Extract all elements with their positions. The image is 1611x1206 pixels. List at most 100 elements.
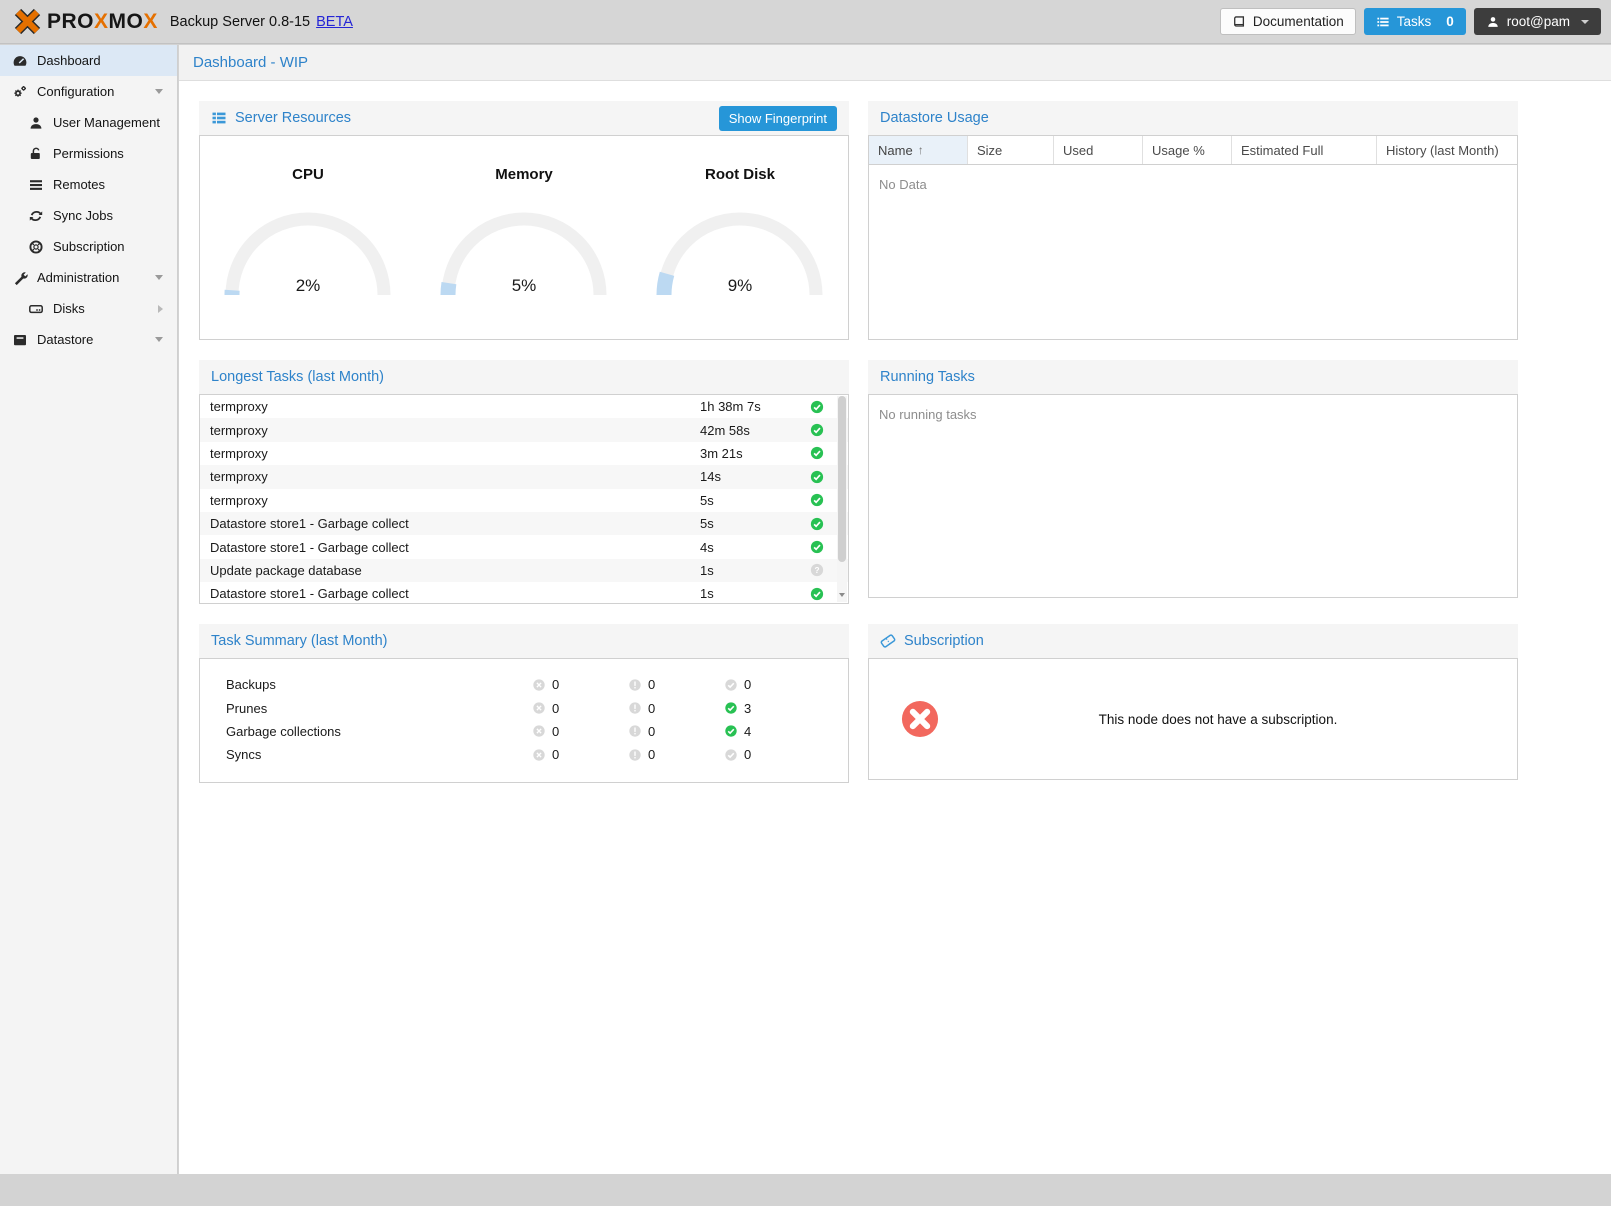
warning-circle-icon — [628, 678, 642, 692]
ok-count: 0 — [744, 677, 751, 692]
task-name: Datastore store1 - Garbage collect — [200, 586, 700, 601]
scrollbar-down-arrow[interactable] — [838, 585, 846, 600]
longest-tasks-panel: Longest Tasks (last Month) termproxy 1h … — [199, 360, 849, 604]
task-name: Datastore store1 - Garbage collect — [200, 540, 700, 555]
proxmox-x-icon — [14, 8, 41, 35]
task-list-icon — [1376, 15, 1390, 29]
task-name: termproxy — [200, 493, 700, 508]
task-row[interactable]: Datastore store1 - Garbage collect 5s ? — [200, 512, 848, 535]
documentation-button[interactable]: Documentation — [1220, 8, 1356, 35]
column-header-estimated-full[interactable]: Estimated Full — [1232, 136, 1377, 164]
user-menu-button[interactable]: root@pam — [1474, 8, 1601, 35]
sidebar-item-administration[interactable]: Administration — [0, 262, 177, 293]
tasks-button[interactable]: Tasks 0 — [1364, 8, 1466, 35]
root-disk-gauge: Root Disk 9% — [640, 166, 840, 339]
viewport-bottom-strip — [0, 1174, 1611, 1206]
check-circle-icon — [810, 470, 824, 484]
sidebar-item-disks[interactable]: Disks — [0, 293, 177, 324]
sidebar-item-user-management[interactable]: User Management — [0, 107, 177, 138]
scrollbar[interactable] — [837, 396, 847, 602]
proxmox-logo: PROXMOX — [14, 8, 158, 35]
cpu-gauge: CPU 2% — [208, 166, 408, 339]
sidebar-item-remotes[interactable]: Remotes — [0, 169, 177, 200]
sidebar-item-label: Permissions — [53, 146, 124, 161]
hdd-icon — [28, 301, 44, 317]
summary-label: Prunes — [200, 701, 532, 716]
gauge-label: CPU — [208, 166, 408, 183]
datastore-empty-text: No Data — [869, 165, 1517, 204]
user-icon — [28, 115, 44, 131]
datastore-usage-panel: Datastore Usage Name ↑ Size Used Usage %… — [868, 101, 1518, 340]
subscription-message: This node does not have a subscription. — [939, 712, 1517, 727]
column-header-usage-pct[interactable]: Usage % — [1143, 136, 1232, 164]
question-circle-icon: ? — [810, 563, 824, 577]
check-circle-icon — [810, 587, 824, 601]
warning-count: 0 — [648, 701, 655, 716]
task-duration: 3m 21s — [700, 446, 800, 461]
task-duration: 42m 58s — [700, 423, 800, 438]
task-row[interactable]: Datastore store1 - Garbage collect 4s ? — [200, 535, 848, 558]
sidebar-item-datastore[interactable]: Datastore — [0, 324, 177, 355]
sidebar-item-sync-jobs[interactable]: Sync Jobs — [0, 200, 177, 231]
panel-title: Server Resources — [235, 110, 351, 126]
sidebar-item-subscription[interactable]: Subscription — [0, 231, 177, 262]
check-circle-icon — [810, 493, 824, 507]
panel-title: Datastore Usage — [880, 110, 989, 126]
task-name: Update package database — [200, 563, 700, 578]
error-count: 0 — [552, 724, 559, 739]
sidebar-item-label: Dashboard — [37, 53, 101, 68]
datastore-table-header: Name ↑ Size Used Usage % Estimated Full … — [869, 136, 1517, 165]
column-header-used[interactable]: Used — [1054, 136, 1143, 164]
running-tasks-panel: Running Tasks No running tasks — [868, 360, 1518, 598]
warning-circle-icon — [628, 724, 642, 738]
task-row[interactable]: termproxy 42m 58s ? — [200, 418, 848, 441]
warning-count: 0 — [648, 747, 655, 762]
check-circle-icon — [810, 517, 824, 531]
caret-down-icon[interactable] — [155, 89, 163, 94]
show-fingerprint-button[interactable]: Show Fingerprint — [719, 106, 837, 131]
column-header-history[interactable]: History (last Month) — [1377, 136, 1517, 164]
check-circle-icon — [724, 701, 738, 715]
tasks-count-badge: 0 — [1446, 14, 1454, 29]
svg-text:2%: 2% — [296, 276, 321, 295]
summary-label: Backups — [200, 677, 532, 692]
caret-right-icon[interactable] — [158, 305, 163, 313]
panel-title: Subscription — [904, 633, 984, 649]
task-row[interactable]: termproxy 1h 38m 7s ? — [200, 395, 848, 418]
task-duration: 14s — [700, 469, 800, 484]
task-row[interactable]: termproxy 5s ? — [200, 489, 848, 512]
gauge-label: Memory — [424, 166, 624, 183]
sidebar-item-dashboard[interactable]: Dashboard — [0, 45, 177, 76]
column-header-size[interactable]: Size — [968, 136, 1054, 164]
tachometer-icon — [12, 53, 28, 69]
sidebar-item-configuration[interactable]: Configuration — [0, 76, 177, 107]
summary-label: Garbage collections — [200, 724, 532, 739]
caret-down-icon[interactable] — [155, 337, 163, 342]
warning-circle-icon — [628, 748, 642, 762]
subscription-panel: Subscription This node does not have a s… — [868, 624, 1518, 780]
task-row[interactable]: Update package database 1s ? — [200, 559, 848, 582]
sidebar-item-label: Remotes — [53, 177, 105, 192]
summary-row-prunes: Prunes 0 0 3 — [200, 696, 848, 719]
column-header-name[interactable]: Name ↑ — [869, 136, 968, 164]
task-row[interactable]: termproxy 14s ? — [200, 465, 848, 488]
sidebar: Dashboard Configuration User Management … — [0, 45, 178, 1174]
sidebar-item-label: Sync Jobs — [53, 208, 113, 223]
task-row[interactable]: termproxy 3m 21s ? — [200, 442, 848, 465]
check-circle-icon — [810, 400, 824, 414]
svg-text:?: ? — [814, 565, 819, 575]
check-circle-icon — [810, 540, 824, 554]
gauge-label: Root Disk — [640, 166, 840, 183]
task-duration: 4s — [700, 540, 800, 555]
task-row[interactable]: Datastore store1 - Garbage collect 1s ? — [200, 582, 848, 604]
beta-link[interactable]: BETA — [316, 14, 353, 30]
ok-count: 3 — [744, 701, 751, 716]
sidebar-item-label: Disks — [53, 301, 85, 316]
sidebar-item-label: Datastore — [37, 332, 93, 347]
scrollbar-thumb[interactable] — [838, 396, 846, 562]
no-subscription-icon — [901, 700, 939, 738]
task-duration: 1s — [700, 563, 800, 578]
ticket-icon — [880, 633, 896, 649]
sidebar-item-permissions[interactable]: Permissions — [0, 138, 177, 169]
caret-down-icon[interactable] — [155, 275, 163, 280]
